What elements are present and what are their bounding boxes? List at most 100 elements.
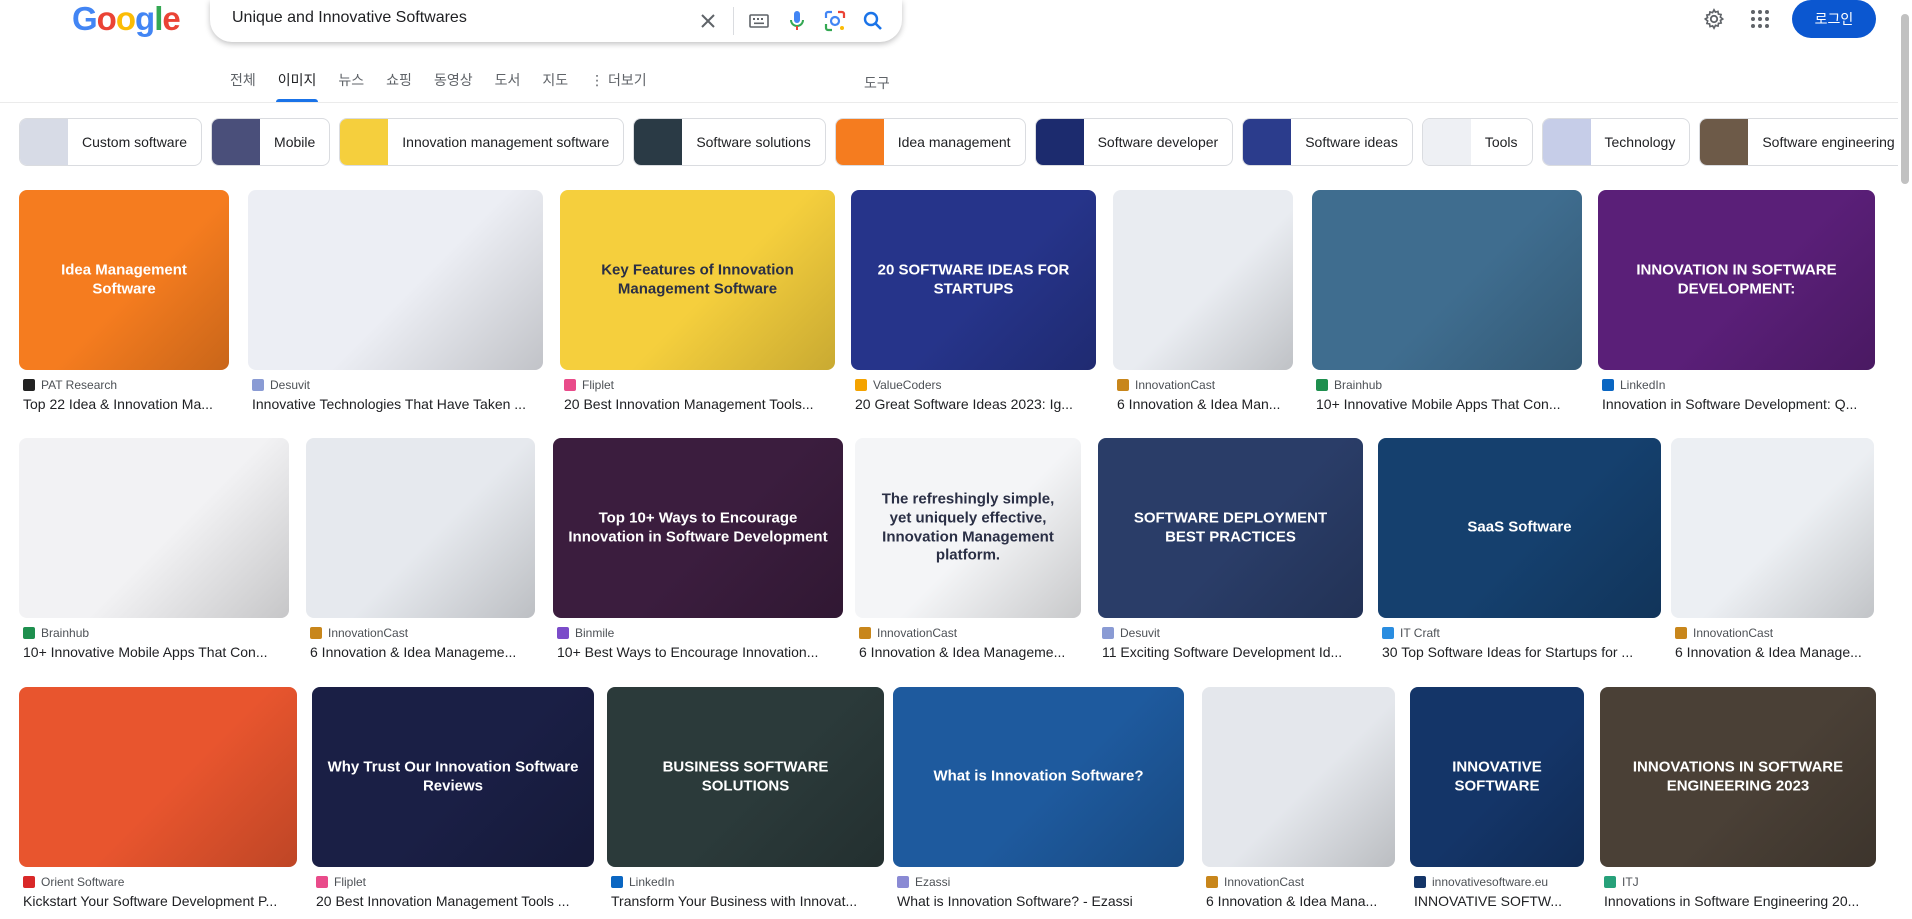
result-title[interactable]: 30 Top Software Ideas for Startups for .… [1382, 644, 1657, 660]
result-title[interactable]: 6 Innovation & Idea Man... [1117, 396, 1289, 412]
result-source[interactable]: InnovationCast [310, 626, 408, 640]
result-title[interactable]: 6 Innovation & Idea Mana... [1206, 893, 1391, 909]
result-source[interactable]: Desuvit [252, 378, 310, 392]
clear-icon[interactable] [693, 6, 723, 36]
result-thumbnail[interactable] [306, 438, 535, 618]
result-source[interactable]: ValueCoders [855, 378, 941, 392]
result-title[interactable]: Kickstart Your Software Development P... [23, 893, 293, 909]
result-thumbnail[interactable]: SOFTWARE DEPLOYMENT BEST PRACTICES [1098, 438, 1363, 618]
result-source[interactable]: PAT Research [23, 378, 117, 392]
related-chip[interactable]: Technology [1541, 118, 1691, 166]
result-source[interactable]: LinkedIn [611, 875, 674, 889]
result-source[interactable]: InnovationCast [859, 626, 957, 640]
result-title[interactable]: Innovation in Software Development: Q... [1602, 396, 1871, 412]
image-result[interactable]: 20 SOFTWARE IDEAS FOR STARTUPS ValueCoder… [851, 190, 1096, 416]
result-thumbnail[interactable] [1202, 687, 1395, 867]
related-chip[interactable]: Software engineering [1699, 118, 1910, 166]
keyboard-icon[interactable] [744, 6, 774, 36]
result-source[interactable]: InnovationCast [1206, 875, 1304, 889]
tab-0[interactable]: 전체 [230, 70, 256, 102]
result-thumbnail[interactable]: INNOVATION IN SOFTWARE DEVELOPMENT: [1598, 190, 1875, 370]
tab-3[interactable]: 쇼핑 [386, 70, 412, 102]
search-box[interactable]: Unique and Innovative Softwares [210, 0, 902, 42]
tab-4[interactable]: 동영상 [434, 70, 473, 102]
tab-5[interactable]: 도서 [495, 70, 521, 102]
image-result[interactable]: BUSINESS SOFTWARE SOLUTIONS LinkedIn Trans… [607, 687, 884, 913]
result-title[interactable]: Innovative Technologies That Have Taken … [252, 396, 539, 412]
result-source[interactable]: InnovationCast [1117, 378, 1215, 392]
tab-2[interactable]: 뉴스 [338, 70, 364, 102]
image-result[interactable]: SaaS Software IT Craft 30 Top Software Ide… [1378, 438, 1661, 664]
related-chip[interactable]: Custom software [19, 118, 203, 166]
result-thumbnail[interactable]: Idea Management Software [19, 190, 229, 370]
result-thumbnail[interactable] [1312, 190, 1582, 370]
result-thumbnail[interactable]: INNOVATIONS IN SOFTWARE ENGINEERING 2023 [1600, 687, 1876, 867]
related-chip[interactable]: Tools [1421, 118, 1533, 166]
image-result[interactable]: Desuvit Innovative Technologies That Have… [248, 190, 543, 416]
result-title[interactable]: 11 Exciting Software Development Id... [1102, 644, 1359, 660]
result-source[interactable]: Brainhub [23, 626, 89, 640]
result-source[interactable]: innovativesoftware.eu [1414, 875, 1548, 889]
login-button[interactable]: 로그인 [1792, 0, 1876, 38]
result-source[interactable]: IT Craft [1382, 626, 1440, 640]
result-source[interactable]: Orient Software [23, 875, 124, 889]
tab-1[interactable]: 이미지 [275, 70, 319, 102]
microphone-icon[interactable] [782, 6, 812, 36]
image-result[interactable]: InnovationCast 6 Innovation & Idea Mana..… [1202, 687, 1395, 913]
result-title[interactable]: Transform Your Business with Innovat... [611, 893, 880, 909]
search-icon[interactable] [858, 6, 888, 36]
result-thumbnail[interactable] [1113, 190, 1293, 370]
result-title[interactable]: 6 Innovation & Idea Manageme... [310, 644, 531, 660]
result-title[interactable]: INNOVATIVE SOFTW... [1414, 893, 1580, 909]
image-result[interactable]: INNOVATIONS IN SOFTWARE ENGINEERING 2023… [1600, 687, 1876, 913]
scrollbar-thumb[interactable] [1901, 14, 1909, 184]
related-chip[interactable]: Software solutions [633, 118, 826, 166]
result-thumbnail[interactable]: What is Innovation Software? [893, 687, 1184, 867]
image-result[interactable]: InnovationCast 6 Innovation & Idea Manage… [306, 438, 535, 664]
image-result[interactable]: The refreshingly simple, yet uniquely ef… [855, 438, 1081, 664]
result-source[interactable]: Binmile [557, 626, 614, 640]
result-thumbnail[interactable]: Key Features of Innovation Management So… [560, 190, 835, 370]
result-thumbnail[interactable]: 20 SOFTWARE IDEAS FOR STARTUPS [851, 190, 1096, 370]
result-thumbnail[interactable] [19, 438, 289, 618]
related-chip[interactable]: Software developer [1034, 118, 1234, 166]
result-source[interactable]: LinkedIn [1602, 378, 1665, 392]
related-chip[interactable]: Innovation management software [339, 118, 625, 166]
related-chip[interactable]: Software ideas [1242, 118, 1413, 166]
result-thumbnail[interactable]: INNOVATIVE SOFTWARE [1410, 687, 1584, 867]
image-result[interactable]: InnovationCast 6 Innovation & Idea Man... [1113, 190, 1293, 416]
result-title[interactable]: What is Innovation Software? - Ezassi [897, 893, 1180, 909]
tab-7[interactable]: ⋮ 더보기 [590, 70, 647, 102]
search-input[interactable]: Unique and Innovative Softwares [232, 9, 467, 27]
result-thumbnail[interactable] [1671, 438, 1874, 618]
result-source[interactable]: Brainhub [1316, 378, 1382, 392]
tab-6[interactable]: 지도 [542, 70, 568, 102]
result-title[interactable]: Innovations in Software Engineering 20..… [1604, 893, 1872, 909]
result-thumbnail[interactable]: Why Trust Our Innovation Software Review… [312, 687, 594, 867]
settings-gear-icon[interactable] [1694, 0, 1734, 38]
image-result[interactable]: Top 10+ Ways to Encourage Innovation in … [553, 438, 843, 664]
tools-button[interactable]: 도구 [864, 73, 890, 93]
result-source[interactable]: Ezassi [897, 875, 950, 889]
image-result[interactable]: Key Features of Innovation Management So… [560, 190, 835, 416]
image-result[interactable]: InnovationCast 6 Innovation & Idea Manage… [1671, 438, 1874, 664]
result-title[interactable]: 20 Best Innovation Management Tools... [564, 396, 831, 412]
result-thumbnail[interactable]: BUSINESS SOFTWARE SOLUTIONS [607, 687, 884, 867]
result-source[interactable]: ITJ [1604, 875, 1639, 889]
result-thumbnail[interactable] [248, 190, 543, 370]
result-title[interactable]: 6 Innovation & Idea Manageme... [859, 644, 1077, 660]
result-source[interactable]: Fliplet [564, 378, 614, 392]
apps-grid-icon[interactable] [1740, 0, 1780, 38]
result-title[interactable]: 10+ Innovative Mobile Apps That Con... [1316, 396, 1578, 412]
image-result[interactable]: INNOVATIVE SOFTWARE innovativesoftware.eu… [1410, 687, 1584, 913]
result-title[interactable]: 6 Innovation & Idea Manage... [1675, 644, 1870, 660]
result-thumbnail[interactable]: SaaS Software [1378, 438, 1661, 618]
result-title[interactable]: 10+ Innovative Mobile Apps That Con... [23, 644, 285, 660]
result-title[interactable]: Top 22 Idea & Innovation Ma... [23, 396, 225, 412]
result-title[interactable]: 10+ Best Ways to Encourage Innovation... [557, 644, 839, 660]
image-result[interactable]: SOFTWARE DEPLOYMENT BEST PRACTICES Desuvi… [1098, 438, 1363, 664]
image-result[interactable]: Why Trust Our Innovation Software Review… [312, 687, 594, 913]
image-result[interactable]: Brainhub 10+ Innovative Mobile Apps That … [19, 438, 289, 664]
result-thumbnail[interactable]: The refreshingly simple, yet uniquely ef… [855, 438, 1081, 618]
result-source[interactable]: InnovationCast [1675, 626, 1773, 640]
